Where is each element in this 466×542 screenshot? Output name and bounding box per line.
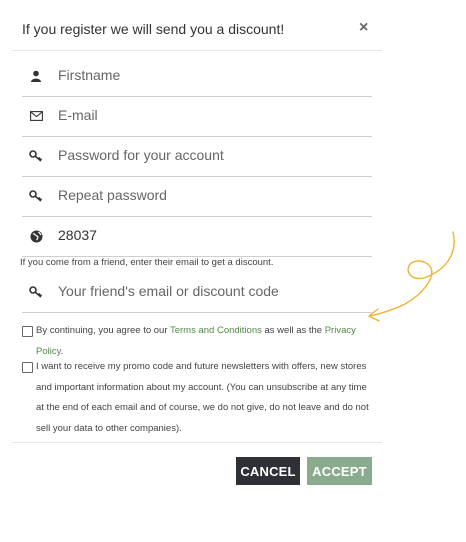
key-icon bbox=[28, 188, 44, 204]
newsletter-text: I want to receive my promo code and futu… bbox=[36, 361, 369, 434]
postcode-field bbox=[22, 216, 372, 257]
repeat-password-input[interactable] bbox=[58, 184, 358, 206]
terms-text: By continuing, you agree to our Terms an… bbox=[36, 321, 372, 362]
password-input[interactable] bbox=[58, 144, 358, 166]
newsletter-row: I want to receive my promo code and futu… bbox=[22, 357, 372, 439]
modal-title: If you register we will send you a disco… bbox=[22, 21, 285, 37]
terms-text-middle: as well as the bbox=[261, 325, 325, 336]
repeat-password-field bbox=[22, 176, 372, 217]
friend-code-field bbox=[22, 272, 372, 313]
header-divider bbox=[12, 50, 382, 51]
key-icon bbox=[28, 284, 44, 300]
terms-text-before: By continuing, you agree to our bbox=[36, 325, 170, 336]
user-icon bbox=[28, 68, 44, 84]
key-icon bbox=[28, 148, 44, 164]
register-modal: If you register we will send you a disco… bbox=[0, 0, 400, 542]
footer-divider bbox=[12, 442, 382, 443]
terms-row: By continuing, you agree to our Terms an… bbox=[22, 321, 372, 362]
terms-checkbox[interactable] bbox=[22, 326, 33, 337]
friend-hint-text: If you come from a friend, enter their e… bbox=[20, 257, 274, 268]
postcode-input[interactable] bbox=[58, 224, 358, 246]
hand-drawn-arrow-icon bbox=[368, 231, 455, 322]
cancel-button[interactable]: CANCEL bbox=[236, 457, 300, 485]
newsletter-checkbox[interactable] bbox=[22, 362, 33, 373]
email-input[interactable] bbox=[58, 104, 358, 126]
terms-text-after: . bbox=[60, 345, 64, 357]
accept-button[interactable]: ACCEPT bbox=[307, 457, 372, 485]
envelope-icon bbox=[28, 108, 44, 124]
firstname-input[interactable] bbox=[58, 64, 358, 86]
globe-icon bbox=[28, 228, 44, 244]
password-field bbox=[22, 136, 372, 177]
email-field bbox=[22, 96, 372, 137]
friend-code-input[interactable] bbox=[58, 280, 358, 302]
terms-link[interactable]: Terms and Conditions bbox=[170, 325, 262, 336]
firstname-field bbox=[22, 56, 372, 97]
close-icon[interactable]: × bbox=[359, 18, 368, 38]
